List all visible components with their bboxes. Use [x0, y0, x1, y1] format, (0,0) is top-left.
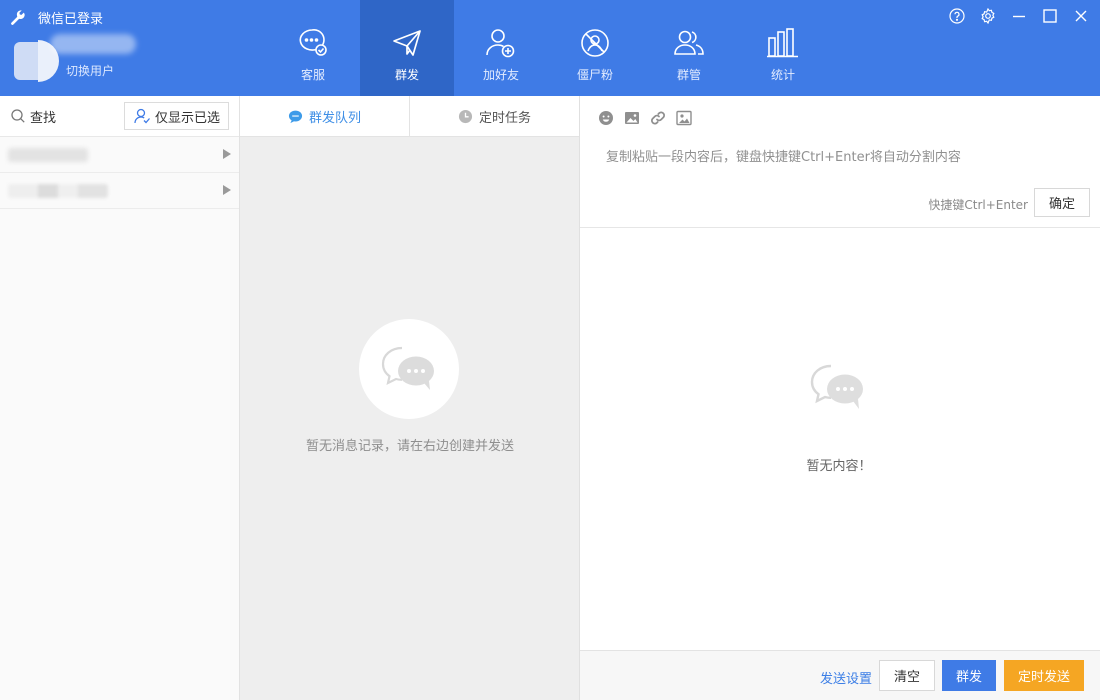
- user-check-icon: [134, 108, 150, 124]
- show-selected-only-button[interactable]: 仅显示已选: [123, 102, 229, 130]
- group-manage-icon: [674, 30, 704, 55]
- app-title: 微信已登录: [10, 8, 103, 27]
- chat-check-icon: [299, 29, 327, 56]
- nav-label: 群发: [394, 68, 419, 82]
- clear-button[interactable]: 清空: [879, 660, 935, 691]
- emoji-icon[interactable]: [598, 110, 614, 126]
- clock-icon: [458, 109, 473, 123]
- nav-zombie-fans[interactable]: 僵尸粉: [548, 0, 642, 96]
- image-icon[interactable]: [624, 110, 640, 126]
- editor-placeholder[interactable]: 复制粘贴一段内容后，键盘快捷键Ctrl+Enter将自动分割内容: [606, 146, 961, 165]
- send-settings-link[interactable]: 发送设置: [820, 668, 872, 687]
- confirm-button[interactable]: 确定: [1034, 188, 1090, 217]
- empty-queue-message: 暂无消息记录，请在右边创建并发送: [305, 439, 514, 454]
- action-bar: 发送设置 清空 群发 定时发送: [580, 650, 1100, 700]
- add-friend-icon: [486, 29, 515, 58]
- tab-label: 定时任务: [478, 110, 531, 126]
- empty-queue-illustration: [359, 319, 459, 419]
- shortcut-hint: 快捷键Ctrl+Enter: [928, 198, 1028, 212]
- search-button[interactable]: 查找: [10, 107, 56, 126]
- bar-stats-icon: [767, 28, 798, 58]
- group-list-panel: 查找 仅显示已选: [0, 96, 240, 700]
- mass-send-button[interactable]: 群发: [942, 660, 996, 691]
- show-selected-only-label: 仅显示已选: [154, 109, 220, 125]
- help-icon[interactable]: [948, 7, 966, 25]
- nav-group-manage[interactable]: 群管: [642, 0, 736, 96]
- nav-label: 加好友: [482, 68, 519, 82]
- expand-arrow-icon[interactable]: [223, 185, 231, 195]
- window-controls: [948, 7, 1090, 25]
- tab-mass-send-queue[interactable]: 群发队列: [240, 96, 410, 136]
- queue-tabs: 群发队列 定时任务: [240, 96, 579, 137]
- paper-plane-icon: [393, 30, 421, 56]
- nav-statistics[interactable]: 统计: [736, 0, 830, 96]
- close-icon[interactable]: [1072, 7, 1090, 25]
- queue-panel: 群发队列 定时任务 暂无消息记录，请在右边创建并发送: [240, 96, 580, 700]
- minimize-icon[interactable]: [1010, 7, 1028, 25]
- switch-user-link[interactable]: 切换用户: [66, 62, 114, 79]
- compose-panel: 复制粘贴一段内容后，键盘快捷键Ctrl+Enter将自动分割内容 快捷键Ctrl…: [580, 96, 1100, 700]
- compose-toolbar: [598, 110, 692, 126]
- divider: [580, 227, 1100, 228]
- picture-card-icon[interactable]: [676, 110, 692, 126]
- nav-label: 群管: [676, 68, 701, 82]
- title-bar: 微信已登录 切换用户 客服 群发 加好友 僵尸粉 群管 统计: [0, 0, 1100, 96]
- group-category-row[interactable]: [0, 173, 239, 209]
- group-category-row[interactable]: [0, 137, 239, 173]
- empty-content-icon: [810, 364, 863, 409]
- group-name-blurred: [8, 147, 88, 162]
- nav-label: 客服: [300, 68, 325, 82]
- link-icon[interactable]: [650, 110, 666, 126]
- user-name: [50, 34, 136, 54]
- maximize-icon[interactable]: [1041, 7, 1059, 25]
- empty-content-message: 暂无内容！: [806, 459, 872, 474]
- search-icon: [11, 109, 25, 123]
- nav-label: 统计: [770, 68, 795, 82]
- search-bar: 查找 仅显示已选: [0, 96, 239, 137]
- search-label: 查找: [30, 110, 57, 126]
- zombie-fan-icon: [581, 29, 609, 57]
- timed-send-button[interactable]: 定时发送: [1004, 660, 1084, 691]
- settings-icon[interactable]: [979, 7, 997, 25]
- nav-add-friend[interactable]: 加好友: [454, 0, 548, 96]
- chat-bubbles-icon: [381, 346, 434, 390]
- chat-bubble-icon: [288, 110, 303, 123]
- tab-scheduled-tasks[interactable]: 定时任务: [410, 96, 579, 136]
- nav-customer-service[interactable]: 客服: [266, 0, 360, 96]
- main-nav: 客服 群发 加好友 僵尸粉 群管 统计: [266, 0, 830, 96]
- expand-arrow-icon[interactable]: [223, 149, 231, 159]
- group-name-blurred: [8, 183, 108, 198]
- tab-label: 群发队列: [308, 110, 361, 126]
- login-status: 微信已登录: [38, 12, 104, 27]
- wrench-icon: [11, 9, 25, 25]
- nav-mass-send[interactable]: 群发: [360, 0, 454, 96]
- nav-label: 僵尸粉: [576, 68, 613, 82]
